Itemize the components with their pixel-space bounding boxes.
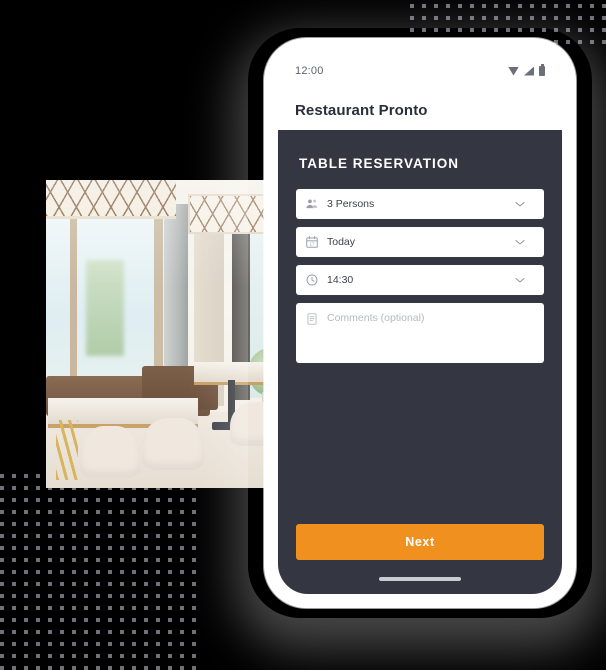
status-icons xyxy=(508,64,545,76)
calendar-icon: 17 xyxy=(306,235,318,248)
comments-input[interactable]: Comments (optional) xyxy=(296,303,544,363)
reservation-panel: TABLE RESERVATION 3 Persons 17 Today 14:… xyxy=(278,130,562,594)
chevron-down-icon[interactable] xyxy=(513,273,527,287)
time-value: 14:30 xyxy=(327,274,354,286)
dot-pattern-bottom-left xyxy=(0,474,196,670)
persons-value: 3 Persons xyxy=(327,198,375,210)
signal-icon xyxy=(524,66,534,76)
status-time: 12:00 xyxy=(295,65,324,77)
time-select[interactable]: 14:30 xyxy=(296,265,544,295)
phone-frame: 12:00 Restaurant Pronto TABLE RESERVATIO… xyxy=(264,38,576,608)
phone-screen: 12:00 Restaurant Pronto TABLE RESERVATIO… xyxy=(278,52,562,594)
battery-icon xyxy=(539,64,545,76)
status-bar: 12:00 xyxy=(278,52,562,90)
wifi-icon xyxy=(508,66,519,76)
comments-placeholder: Comments (optional) xyxy=(327,312,425,324)
page-title: Restaurant Pronto xyxy=(295,101,428,119)
next-button[interactable]: Next xyxy=(296,524,544,560)
date-value: Today xyxy=(327,236,356,248)
date-select[interactable]: 17 Today xyxy=(296,227,544,257)
chevron-down-icon[interactable] xyxy=(513,197,527,211)
people-icon xyxy=(306,199,318,209)
clock-icon xyxy=(306,274,318,286)
next-button-label: Next xyxy=(405,535,435,549)
scene: 12:00 Restaurant Pronto TABLE RESERVATIO… xyxy=(0,0,606,670)
section-title: TABLE RESERVATION xyxy=(299,156,460,171)
app-bar: Restaurant Pronto xyxy=(278,90,562,130)
chevron-down-icon[interactable] xyxy=(513,235,527,249)
persons-select[interactable]: 3 Persons xyxy=(296,189,544,219)
note-icon xyxy=(307,313,317,325)
svg-text:17: 17 xyxy=(310,242,315,247)
home-indicator xyxy=(379,577,461,581)
